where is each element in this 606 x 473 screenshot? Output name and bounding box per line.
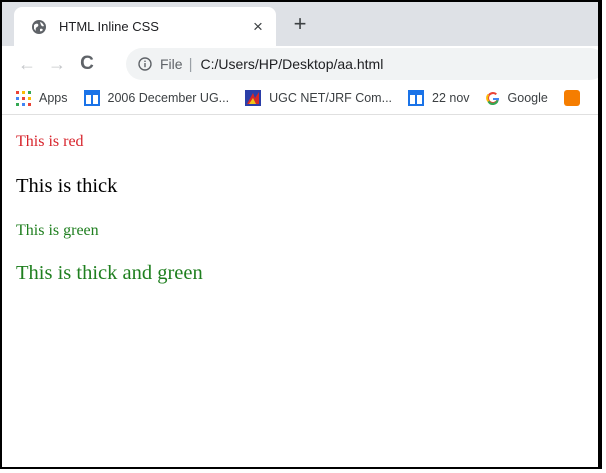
blogger-icon <box>563 90 580 106</box>
text-thick: This is thick <box>16 175 118 197</box>
reload-button[interactable]: C <box>72 49 102 79</box>
browser-window: HTML Inline CSS × + ← → C File | C:/User… <box>0 0 602 469</box>
google-icon <box>485 92 499 105</box>
bookmark-label: 22 nov <box>432 91 470 105</box>
url-text[interactable]: C:/Users/HP/Desktop/aa.html <box>200 56 383 72</box>
forward-button[interactable]: → <box>42 49 72 79</box>
back-button[interactable]: ← <box>12 49 42 79</box>
bookmark-label: UGC NET/JRF Com... <box>269 91 393 105</box>
address-bar[interactable]: File | C:/Users/HP/Desktop/aa.html <box>126 48 598 80</box>
bookmark-google[interactable]: Google <box>485 91 548 105</box>
tab-html-inline-css[interactable]: HTML Inline CSS × <box>14 7 276 46</box>
bookmark-label: Google <box>507 91 548 105</box>
bookmark-apps[interactable]: Apps <box>16 90 68 106</box>
bookmark-2006-december[interactable]: 2006 December UG... <box>83 90 230 106</box>
bookmark-blogger[interactable] <box>563 90 580 106</box>
toolbar: ← → C File | C:/Users/HP/Desktop/aa.html <box>2 46 598 82</box>
file-label: File <box>160 56 183 72</box>
apps-grid-icon <box>16 90 31 106</box>
separator: | <box>188 55 193 73</box>
text-red: This is red <box>16 133 84 150</box>
site-favicon <box>245 90 262 106</box>
bookmark-label: Apps <box>39 91 68 105</box>
page-icon <box>83 90 100 106</box>
info-icon[interactable] <box>138 57 152 71</box>
bookmark-22-nov[interactable]: 22 nov <box>408 90 470 106</box>
bookmark-ugc-net[interactable]: UGC NET/JRF Com... <box>245 90 392 106</box>
bookmark-label: 2006 December UG... <box>107 91 230 105</box>
text-green: This is green <box>16 222 99 239</box>
close-tab-icon[interactable]: × <box>248 17 268 37</box>
new-tab-button[interactable]: + <box>288 11 312 36</box>
page-icon <box>408 90 425 106</box>
text-thick-green: This is thick and green <box>16 262 203 284</box>
tab-strip: HTML Inline CSS × + <box>2 2 598 46</box>
bookmarks-bar: Apps 2006 December UG... UGC NET/JRF Com… <box>2 82 598 115</box>
globe-icon <box>32 19 46 34</box>
tab-title: HTML Inline CSS <box>59 19 159 34</box>
